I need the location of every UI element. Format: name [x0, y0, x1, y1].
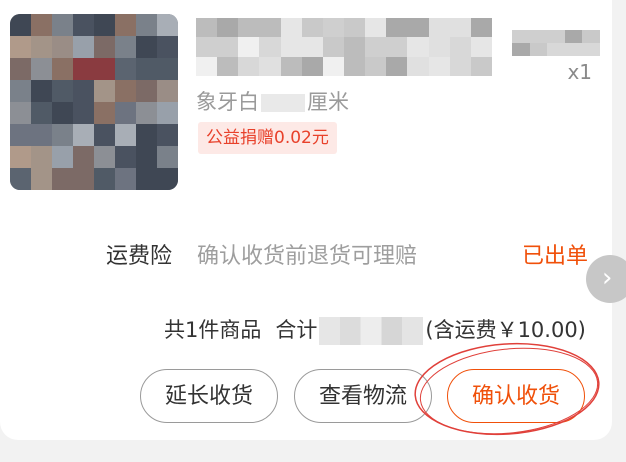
product-title-blurred-tail	[512, 30, 600, 56]
confirm-receipt-button[interactable]: 确认收货	[447, 369, 585, 423]
extend-receipt-button[interactable]: 延长收货	[140, 369, 278, 423]
spec-unit: 厘米	[307, 90, 349, 114]
shipping-insurance-description: 确认收货前退货可理赔	[197, 244, 418, 269]
product-title-blurred[interactable]	[196, 18, 492, 76]
chevron-right-icon[interactable]: ›	[586, 255, 626, 303]
product-quantity: x1	[567, 60, 592, 84]
total-label: 合计	[275, 318, 318, 342]
view-logistics-button[interactable]: 查看物流	[294, 369, 432, 423]
product-image[interactable]	[10, 14, 178, 190]
item-count: 共1件商品	[164, 318, 262, 342]
product-spec: 象牙白 厘米	[196, 86, 349, 116]
order-card: x1 象牙白 厘米 公益捐赠0.02元 运费险 确认收货前退货可理赔 已出单 共1…	[0, 0, 612, 440]
spec-blurred	[261, 94, 305, 112]
total-amount-blurred	[319, 317, 424, 345]
order-summary: 共1件商品 合计 (含运费￥10.00)	[164, 314, 586, 345]
shipping-insurance-label: 运费险	[106, 244, 173, 269]
charity-donation-tag: 公益捐赠0.02元	[198, 122, 337, 154]
spec-color: 象牙白	[196, 90, 259, 114]
shipping-insurance-status[interactable]: 已出单	[522, 238, 588, 270]
shipping-fee-note: (含运费￥10.00)	[425, 318, 586, 342]
